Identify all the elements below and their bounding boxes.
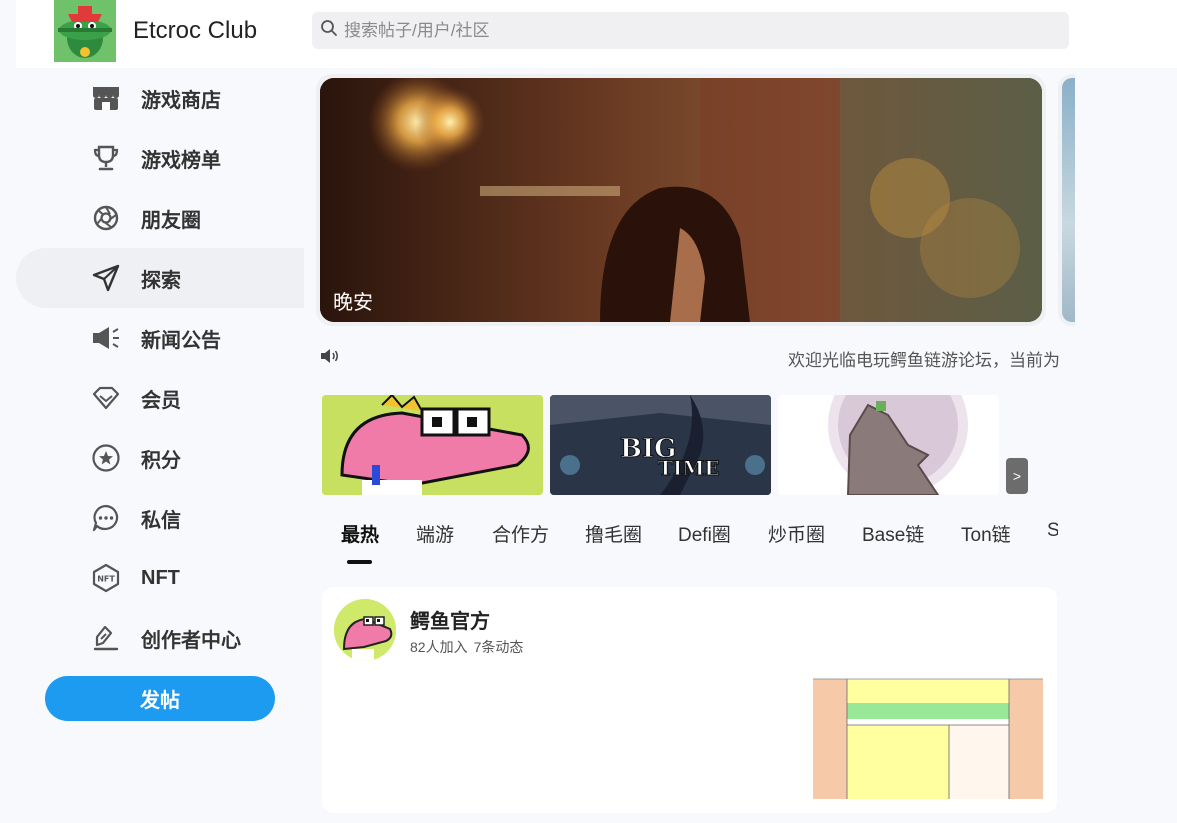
chat-bubble-icon bbox=[90, 502, 122, 534]
banner-caption: 晚安 bbox=[333, 292, 373, 314]
sidebar: 游戏商店 游戏榜单 朋友圈 探索 新闻公告 会员 积分 私信 NFT NFT 创… bbox=[16, 68, 304, 823]
send-icon bbox=[90, 262, 122, 294]
sidebar-item-label: 朋友圈 bbox=[141, 209, 201, 232]
game-thumbnails: BIG TIME bbox=[322, 395, 1032, 495]
store-icon bbox=[90, 82, 122, 114]
sidebar-item-explore[interactable]: 探索 bbox=[16, 248, 304, 308]
svg-text:TIME: TIME bbox=[658, 456, 720, 480]
sidebar-item-creator-center[interactable]: 创作者中心 bbox=[16, 608, 304, 668]
tab-indicator bbox=[347, 560, 372, 564]
chevron-right-icon: > bbox=[1012, 468, 1022, 484]
banner-carousel[interactable]: 晚安 bbox=[316, 74, 1046, 326]
sidebar-item-messages[interactable]: 私信 bbox=[16, 488, 304, 548]
big-time-thumb[interactable]: BIG TIME bbox=[550, 395, 771, 495]
post-count: 7条动态 bbox=[473, 639, 524, 655]
tab-defi[interactable]: Defi圈 bbox=[678, 520, 731, 547]
community-meta: 82人加入 7条动态 bbox=[410, 637, 529, 657]
search-input[interactable] bbox=[344, 20, 1024, 41]
sidebar-item-label: 游戏商店 bbox=[141, 89, 221, 112]
banner-next-slide[interactable] bbox=[1058, 74, 1075, 326]
svg-text:NFT: NFT bbox=[97, 575, 115, 584]
sidebar-item-label: 游戏榜单 bbox=[141, 149, 221, 172]
logo[interactable] bbox=[54, 0, 116, 62]
diamond-icon bbox=[90, 382, 122, 414]
sidebar-item-label: 探索 bbox=[141, 269, 181, 292]
banner-image: 晚安 bbox=[320, 78, 1042, 322]
sidebar-item-label: 创作者中心 bbox=[141, 629, 241, 652]
pen-icon bbox=[90, 622, 122, 654]
sidebar-item-news[interactable]: 新闻公告 bbox=[16, 308, 304, 368]
pixel-creature-thumb[interactable] bbox=[778, 395, 999, 495]
pink-crocodile-thumb[interactable] bbox=[322, 395, 543, 495]
sidebar-item-label: 私信 bbox=[141, 509, 181, 532]
tab-partners[interactable]: 合作方 bbox=[492, 520, 549, 547]
tab-trading[interactable]: 炒币圈 bbox=[768, 520, 825, 547]
sidebar-item-label: NFT bbox=[141, 566, 180, 589]
tab-hot[interactable]: 最热 bbox=[341, 520, 379, 547]
sidebar-item-label: 会员 bbox=[141, 389, 181, 412]
category-tabs: 最热 端游 合作方 撸毛圈 Defi圈 炒币圈 Base链 Ton链 S bbox=[322, 512, 1058, 572]
thumbnails-next-button[interactable]: > bbox=[1006, 458, 1028, 494]
post-button[interactable]: 发帖 bbox=[45, 676, 275, 721]
sidebar-item-moments[interactable]: 朋友圈 bbox=[16, 188, 304, 248]
tab-ton-chain[interactable]: Ton链 bbox=[961, 520, 1011, 547]
notice-bar: 欢迎光临电玩鳄鱼链游论坛，当前为 bbox=[316, 338, 1066, 374]
search-bar[interactable] bbox=[312, 12, 1069, 49]
app-title: Etcroc Club bbox=[133, 17, 258, 44]
tab-more[interactable]: S bbox=[1047, 520, 1058, 542]
sidebar-item-label: 积分 bbox=[141, 449, 181, 472]
tab-pc-games[interactable]: 端游 bbox=[416, 520, 454, 547]
avatar[interactable] bbox=[334, 599, 396, 661]
star-circle-icon bbox=[90, 442, 122, 474]
sidebar-item-game-store[interactable]: 游戏商店 bbox=[16, 68, 304, 128]
sidebar-item-game-rankings[interactable]: 游戏榜单 bbox=[16, 128, 304, 188]
trophy-icon bbox=[90, 142, 122, 174]
header: Etcroc Club bbox=[16, 0, 1177, 68]
community-card[interactable]: 鳄鱼官方 82人加入 7条动态 bbox=[322, 587, 1057, 813]
nft-icon: NFT bbox=[90, 562, 122, 594]
speaker-icon bbox=[320, 348, 340, 369]
member-count: 82人加入 bbox=[410, 639, 468, 655]
sidebar-item-points[interactable]: 积分 bbox=[16, 428, 304, 488]
megaphone-icon bbox=[90, 322, 122, 354]
post-image[interactable] bbox=[813, 675, 1043, 799]
sidebar-item-label: 新闻公告 bbox=[141, 329, 221, 352]
aperture-icon bbox=[90, 202, 122, 234]
notice-text: 欢迎光临电玩鳄鱼链游论坛，当前为 bbox=[788, 351, 1060, 370]
community-name[interactable]: 鳄鱼官方 bbox=[410, 605, 490, 634]
search-icon bbox=[320, 19, 338, 42]
sidebar-item-nft[interactable]: NFT NFT bbox=[16, 548, 304, 608]
sidebar-item-membership[interactable]: 会员 bbox=[16, 368, 304, 428]
tab-airdrop[interactable]: 撸毛圈 bbox=[585, 520, 642, 547]
page: Etcroc Club 游戏商店 游戏榜单 朋友圈 bbox=[0, 0, 1177, 823]
tab-base-chain[interactable]: Base链 bbox=[862, 520, 924, 547]
